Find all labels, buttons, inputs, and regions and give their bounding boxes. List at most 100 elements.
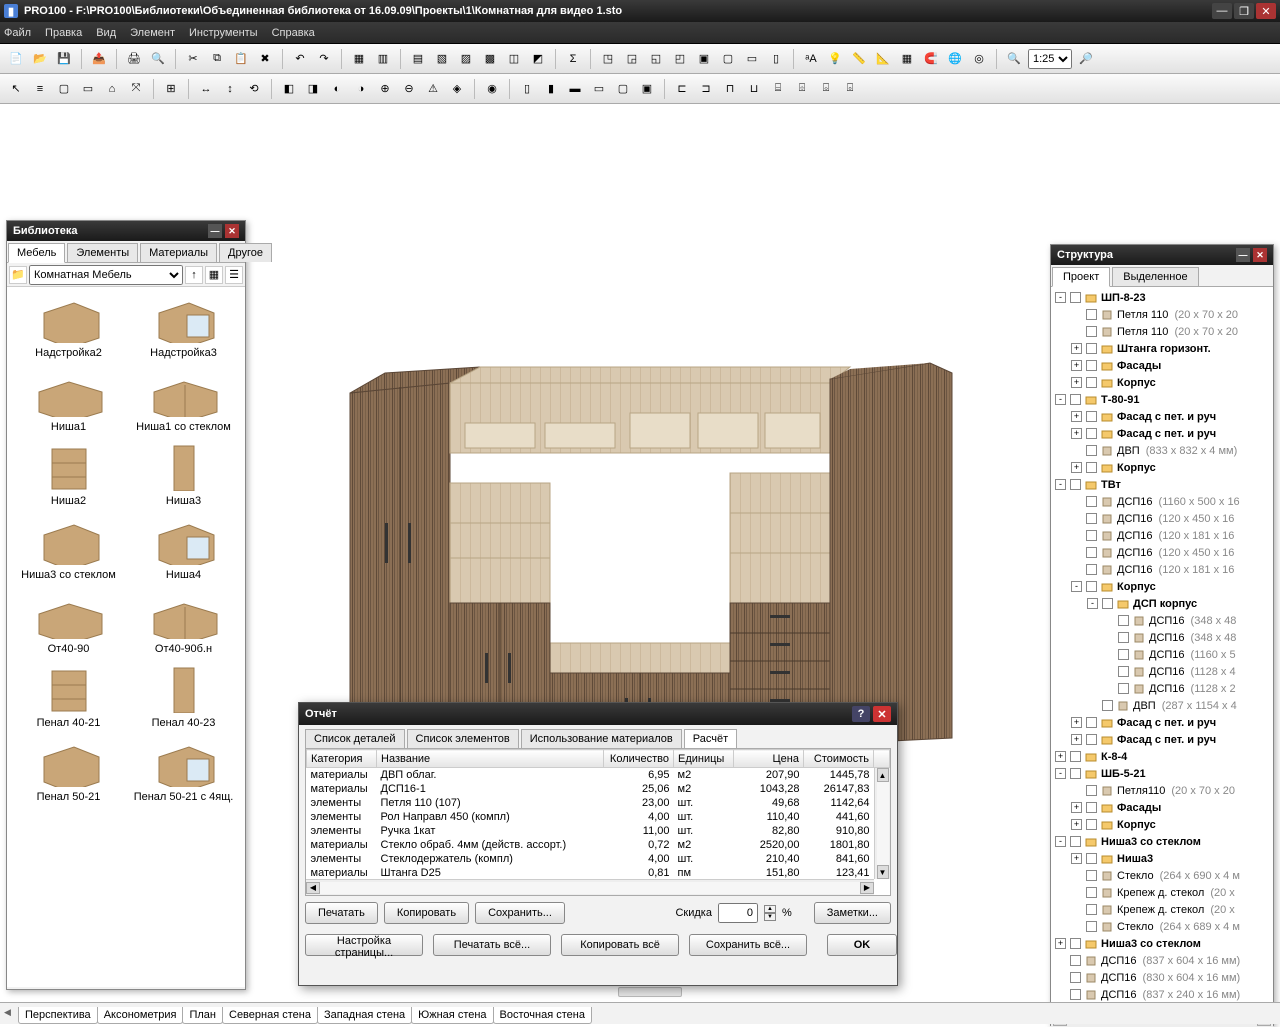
t2-icon[interactable]: ◲ [622, 49, 642, 69]
tree-checkbox[interactable] [1086, 734, 1097, 745]
viewport-hscroll[interactable] [260, 984, 1040, 1000]
s31-icon[interactable]: ⌹ [792, 79, 812, 99]
tree-checkbox[interactable] [1102, 700, 1113, 711]
tree-checkbox[interactable] [1070, 836, 1081, 847]
scroll-up-icon[interactable]: ▲ [877, 768, 889, 782]
report-help-button[interactable]: ? [852, 706, 870, 722]
report-titlebar[interactable]: Отчёт ? ✕ [299, 703, 897, 725]
font-icon[interactable]: ᵃA [801, 49, 821, 69]
tree-row[interactable]: -ДСП корпус [1051, 595, 1273, 612]
tree-row[interactable]: +Корпус [1051, 459, 1273, 476]
tool-d-icon[interactable]: ▧ [432, 49, 452, 69]
col-cost[interactable]: Стоимость [804, 750, 874, 768]
s32-icon[interactable]: ⌺ [816, 79, 836, 99]
tree-row[interactable]: +К-8-4 [1051, 748, 1273, 765]
view-tab-south[interactable]: Южная стена [411, 1007, 493, 1024]
discount-down-icon[interactable]: ▼ [764, 913, 776, 921]
s33-icon[interactable]: ⌻ [840, 79, 860, 99]
tree-checkbox[interactable] [1086, 411, 1097, 422]
tree-checkbox[interactable] [1086, 547, 1097, 558]
tree-row[interactable]: +Фасад с пет. и руч [1051, 731, 1273, 748]
col-category[interactable]: Категория [307, 750, 377, 768]
tree-row[interactable]: +Штанга горизонт. [1051, 340, 1273, 357]
tree-row[interactable]: Стекло(264 x 690 x 4 м [1051, 867, 1273, 884]
tree-expand-icon[interactable]: - [1055, 292, 1066, 303]
tree-expand-icon[interactable]: + [1071, 819, 1082, 830]
tree-checkbox[interactable] [1086, 462, 1097, 473]
view-tab-axonometry[interactable]: Аксонометрия [97, 1007, 184, 1024]
s15-icon[interactable]: ⊕ [375, 79, 395, 99]
tree-checkbox[interactable] [1118, 615, 1129, 626]
s23-icon[interactable]: ▭ [589, 79, 609, 99]
t4-icon[interactable]: ◰ [670, 49, 690, 69]
t1-icon[interactable]: ◳ [598, 49, 618, 69]
tree-expand-icon[interactable]: + [1071, 802, 1082, 813]
zoom-in-icon[interactable]: 🔎 [1076, 49, 1096, 69]
structure-min-button[interactable]: — [1236, 248, 1250, 262]
menu-view[interactable]: Вид [96, 27, 116, 39]
export-icon[interactable]: 📤 [89, 49, 109, 69]
tree-row[interactable]: Крепеж д. стекол(20 x [1051, 901, 1273, 918]
tree-expand-icon[interactable]: + [1071, 853, 1082, 864]
tree-row[interactable]: ДВП(287 x 1154 x 4 [1051, 697, 1273, 714]
tree-row[interactable]: +Ниша3 [1051, 850, 1273, 867]
tree-expand-icon[interactable]: - [1087, 598, 1098, 609]
tree-checkbox[interactable] [1070, 394, 1081, 405]
tree-checkbox[interactable] [1086, 921, 1097, 932]
tool-g-icon[interactable]: ◫ [504, 49, 524, 69]
tree-checkbox[interactable] [1086, 377, 1097, 388]
scroll-left-icon[interactable]: ◀ [306, 882, 320, 894]
tree-row[interactable]: ДСП16(120 x 181 x 16 [1051, 561, 1273, 578]
tool-b-icon[interactable]: ▥ [373, 49, 393, 69]
maximize-button[interactable]: ❐ [1234, 3, 1254, 19]
tree-checkbox[interactable] [1086, 309, 1097, 320]
tree-expand-icon[interactable]: + [1071, 343, 1082, 354]
view-list-icon[interactable]: ☰ [225, 266, 243, 284]
library-item[interactable]: Надстройка2 [13, 293, 124, 359]
tree-expand-icon[interactable]: - [1055, 394, 1066, 405]
notes-button[interactable]: Заметки... [814, 902, 891, 924]
library-item[interactable]: Надстройка3 [128, 293, 239, 359]
discount-up-icon[interactable]: ▲ [764, 905, 776, 913]
library-item[interactable]: Ниша4 [128, 515, 239, 581]
tree-checkbox[interactable] [1086, 496, 1097, 507]
col-name[interactable]: Название [377, 750, 604, 768]
s11-icon[interactable]: ◧ [279, 79, 299, 99]
tool-f-icon[interactable]: ▩ [480, 49, 500, 69]
library-tab-materials[interactable]: Материалы [140, 243, 217, 262]
tree-row[interactable]: +Фасад с пет. и руч [1051, 425, 1273, 442]
library-tab-elements[interactable]: Элементы [67, 243, 138, 262]
save-button[interactable]: Сохранить... [475, 902, 565, 924]
cut-icon[interactable]: ✂ [183, 49, 203, 69]
s12-icon[interactable]: ◨ [303, 79, 323, 99]
zoom-out-icon[interactable]: 🔍 [1004, 49, 1024, 69]
tree-row[interactable]: ДСП16(348 x 48 [1051, 612, 1273, 629]
library-item[interactable]: От40-90 [13, 589, 124, 655]
library-titlebar[interactable]: Библиотека — ✕ [7, 221, 245, 241]
s30-icon[interactable]: ⌸ [768, 79, 788, 99]
tree-checkbox[interactable] [1086, 802, 1097, 813]
tree-row[interactable]: -ШП-8-23 [1051, 289, 1273, 306]
tree-row[interactable]: ДСП16(1160 x 500 x 16 [1051, 493, 1273, 510]
tree-checkbox[interactable] [1086, 819, 1097, 830]
report-close-button[interactable]: ✕ [873, 706, 891, 722]
table-row[interactable]: материалыДВП облаг.6,95м2207,901445,78 [307, 768, 890, 783]
s19-icon[interactable]: ◉ [482, 79, 502, 99]
s27-icon[interactable]: ⊐ [696, 79, 716, 99]
preview-icon[interactable]: 🔍 [148, 49, 168, 69]
tree-checkbox[interactable] [1070, 989, 1081, 1000]
table-row[interactable]: элементыСтеклодержатель (компл)4,00шт.21… [307, 852, 890, 866]
copy-all-button[interactable]: Копировать всё [561, 934, 679, 956]
tree-checkbox[interactable] [1070, 972, 1081, 983]
save-all-button[interactable]: Сохранить всё... [689, 934, 807, 956]
scroll-down-icon[interactable]: ▼ [877, 865, 889, 879]
delete-icon[interactable]: ✖ [255, 49, 275, 69]
table-row[interactable]: элементыРучка 1кат11,00шт.82,80910,80 [307, 824, 890, 838]
tree-checkbox[interactable] [1086, 360, 1097, 371]
tree-checkbox[interactable] [1086, 785, 1097, 796]
s21-icon[interactable]: ▮ [541, 79, 561, 99]
library-item[interactable]: От40-90б.н [128, 589, 239, 655]
tree-checkbox[interactable] [1118, 632, 1129, 643]
tree-row[interactable]: +Ниша3 со стеклом [1051, 935, 1273, 952]
discount-input[interactable] [718, 903, 758, 923]
